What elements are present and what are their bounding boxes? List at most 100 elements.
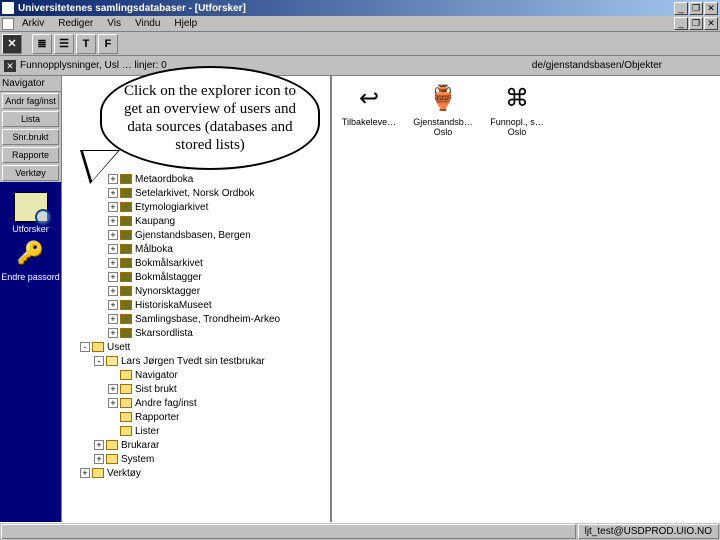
expand-toggle[interactable]: + <box>108 328 118 338</box>
find-icon: ⌘ <box>499 84 535 114</box>
folder-icon <box>120 258 132 268</box>
tree-row[interactable]: + Samlingsbase, Trondheim-Arkeo <box>66 312 326 326</box>
object-icon: 🏺 <box>425 84 461 114</box>
toolbar-button-3[interactable]: T <box>76 34 96 54</box>
toolbar-button-4[interactable]: F <box>98 34 118 54</box>
tree-row[interactable]: + Gjenstandsbasen, Bergen <box>66 228 326 242</box>
tree-row[interactable]: + Skarsordlista <box>66 326 326 340</box>
expand-toggle[interactable]: + <box>108 244 118 254</box>
expand-toggle[interactable]: - <box>80 342 90 352</box>
nav-button-lista[interactable]: Lista <box>2 111 59 127</box>
desktop-item[interactable]: 🏺Gjenstandsb… Oslo <box>410 84 476 137</box>
tree-row[interactable]: +Målboka <box>66 242 326 256</box>
expand-toggle[interactable]: + <box>108 230 118 240</box>
context-path-text: de/gjenstandsbasen/Objekter <box>532 60 662 71</box>
child-maximize-button[interactable]: ❐ <box>689 17 703 30</box>
callout-tail <box>80 150 120 184</box>
tree-row[interactable]: + System <box>66 452 326 466</box>
expand-toggle[interactable]: + <box>108 272 118 282</box>
tree-row[interactable]: +HistoriskaMuseet <box>66 298 326 312</box>
tree-row[interactable]: +Setelarkivet, Norsk Ordbok <box>66 186 326 200</box>
mdi-icon <box>2 18 14 30</box>
folder-icon <box>92 468 104 478</box>
tree-row[interactable]: +Andre fag/inst <box>66 396 326 410</box>
tree-row[interactable]: +Kaupang <box>66 214 326 228</box>
tree-label: Gjenstandsbasen, Bergen <box>135 230 251 241</box>
tree-row[interactable]: -Usett <box>66 340 326 354</box>
expand-toggle[interactable]: + <box>108 202 118 212</box>
tree-row[interactable]: -Lars Jørgen Tvedt sin testbrukar <box>66 354 326 368</box>
expand-toggle[interactable]: + <box>108 286 118 296</box>
expand-toggle[interactable]: + <box>108 314 118 324</box>
tree-row[interactable]: +Bokmålsarkivet <box>66 256 326 270</box>
folder-icon <box>120 216 132 226</box>
context-close-button[interactable]: ✕ <box>4 60 16 72</box>
nav-button-verktoy[interactable]: Verktøy <box>2 165 59 181</box>
nav-button-andre[interactable]: Andr fag/inst <box>2 93 59 109</box>
context-left-text: Funnopplysninger, Usl … linjer: 0 <box>20 60 528 71</box>
desktop-item[interactable]: ↩Tilbakeleve… <box>336 84 402 127</box>
tree-row[interactable]: +Verktøy <box>66 466 326 480</box>
navigator-icon-area: Utforsker 🔑 Endre passord <box>0 182 61 522</box>
tree-row[interactable]: + Bokmålstagger <box>66 270 326 284</box>
expand-toggle[interactable]: + <box>94 454 104 464</box>
expand-toggle[interactable]: + <box>108 258 118 268</box>
expand-toggle[interactable]: - <box>94 356 104 366</box>
expand-toggle[interactable]: + <box>108 216 118 226</box>
tree-row[interactable]: +Nynorsktagger <box>66 284 326 298</box>
explorer-label: Utforsker <box>0 224 61 234</box>
menu-vis[interactable]: Vis <box>101 18 127 29</box>
toolbar-button-2[interactable]: ☰ <box>54 34 74 54</box>
main-area: Navigator Andr fag/inst Lista Snr.brukt … <box>0 76 720 522</box>
tree-row[interactable]: Rapporter <box>66 410 326 424</box>
expand-toggle[interactable]: + <box>108 398 118 408</box>
toolbar-close-button[interactable]: ✕ <box>2 34 22 54</box>
expand-toggle[interactable]: + <box>108 300 118 310</box>
folder-icon <box>120 384 132 394</box>
maximize-button[interactable]: ❐ <box>689 2 703 15</box>
folder-icon <box>120 412 132 422</box>
back-icon: ↩ <box>351 84 387 114</box>
tree-label: Rapporter <box>135 412 179 423</box>
tree-label: Samlingsbase, Trondheim-Arkeo <box>135 314 280 325</box>
folder-icon <box>120 286 132 296</box>
nav-button-rapporte[interactable]: Rapporte <box>2 147 59 163</box>
status-bar: ljt_test@USDPROD.UIO.NO <box>0 522 720 540</box>
expand-toggle[interactable]: + <box>94 440 104 450</box>
tree-row[interactable]: Navigator <box>66 368 326 382</box>
menu-arkiv[interactable]: Arkiv <box>16 18 50 29</box>
change-password-icon[interactable]: 🔑 <box>14 240 48 270</box>
folder-icon <box>92 342 104 352</box>
window-title: Universitetenes samlingsdatabaser - [Utf… <box>18 3 674 14</box>
child-close-button[interactable]: ✕ <box>704 17 718 30</box>
folder-icon <box>120 426 132 436</box>
nav-button-snrbrukt[interactable]: Snr.brukt <box>2 129 59 145</box>
menu-rediger[interactable]: Rediger <box>52 18 99 29</box>
icon-view: ↩Tilbakeleve…🏺Gjenstandsb… Oslo⌘Funnopl.… <box>332 76 720 522</box>
folder-icon <box>120 300 132 310</box>
menu-vindu[interactable]: Vindu <box>129 18 166 29</box>
expand-toggle[interactable]: + <box>80 468 90 478</box>
folder-icon <box>120 230 132 240</box>
tree-label: Bokmålstagger <box>135 272 202 283</box>
menu-hjelp[interactable]: Hjelp <box>168 18 203 29</box>
toolbar-button-1[interactable]: ≣ <box>32 34 52 54</box>
tree-label: System <box>121 454 154 465</box>
close-button[interactable]: ✕ <box>704 2 718 15</box>
tree-label: Metaordboka <box>135 174 193 185</box>
status-empty <box>1 524 576 539</box>
desktop-item[interactable]: ⌘Funnopl., s… Oslo <box>484 84 550 137</box>
folder-icon <box>120 370 132 380</box>
tree-row[interactable]: Lister <box>66 424 326 438</box>
tree-label: Lister <box>135 426 159 437</box>
child-minimize-button[interactable]: _ <box>674 17 688 30</box>
expand-toggle[interactable]: + <box>108 188 118 198</box>
tree-row[interactable]: +Etymologiarkivet <box>66 200 326 214</box>
tree-row[interactable]: +Brukarar <box>66 438 326 452</box>
explorer-icon[interactable] <box>14 192 48 222</box>
minimize-button[interactable]: _ <box>674 2 688 15</box>
tree-label: Skarsordlista <box>135 328 193 339</box>
tree-label: Navigator <box>135 370 178 381</box>
tree-row[interactable]: +Sist brukt <box>66 382 326 396</box>
expand-toggle[interactable]: + <box>108 384 118 394</box>
